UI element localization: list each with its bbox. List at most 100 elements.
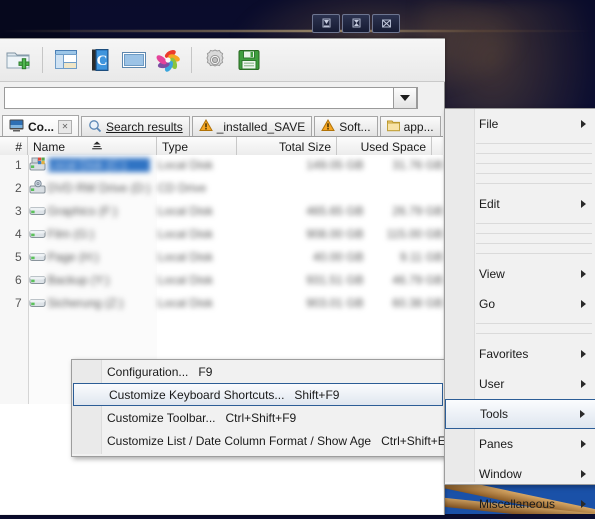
row-number: 1	[15, 157, 22, 172]
menu-item-favorites[interactable]: Favorites	[445, 339, 595, 369]
chevron-right-icon	[581, 270, 586, 278]
close-button[interactable]	[372, 14, 400, 33]
column-header-total-size[interactable]: Total Size	[237, 137, 337, 156]
caption-button-group	[312, 14, 400, 33]
row-name: Sicherung (Z:)	[47, 295, 124, 310]
row-number: 6	[15, 272, 22, 287]
row-number: 2	[15, 180, 22, 195]
main-menu: File Edit View Go Favorites User Tools P…	[444, 108, 595, 511]
menu-item-window[interactable]: Window	[445, 459, 595, 489]
menu-item-label: Favorites	[479, 347, 529, 361]
menu-item-file[interactable]: File	[445, 109, 595, 139]
table-row[interactable]: 7 Sicherung (Z:) Local Disk 903.01 GB 60…	[0, 293, 443, 312]
tab-close-icon[interactable]: ✕	[58, 119, 72, 134]
row-number: 7	[15, 295, 22, 310]
drive-icon	[27, 295, 48, 310]
menu-item-label: Customize Toolbar...	[107, 410, 216, 425]
new-folder-icon[interactable]	[4, 45, 34, 75]
menu-item-label: File	[479, 117, 499, 131]
column-header-name[interactable]: Name	[28, 137, 157, 156]
row-name: Backup (Y:)	[47, 272, 110, 287]
chevron-right-icon	[581, 350, 586, 358]
tab-installed-save[interactable]: _installed_SAVE	[191, 116, 313, 137]
menu-separator	[445, 139, 595, 149]
row-type: Local Disk	[157, 226, 213, 241]
maximize-button[interactable]	[342, 14, 370, 33]
menu-item-view[interactable]: View	[445, 259, 595, 289]
column-header-number[interactable]: #	[0, 137, 28, 156]
row-total-size: 908.00 GB	[306, 226, 364, 241]
menu-separator	[445, 229, 595, 239]
row-name: DVD RW Drive (D:)	[47, 180, 150, 195]
tab-label: app...	[403, 120, 434, 134]
menu-item-customize-toolbar[interactable]: Customize Toolbar... Ctrl+Shift+F9	[72, 406, 444, 429]
menu-item-shortcut: F9	[198, 364, 213, 379]
drive-icon	[27, 203, 48, 218]
menu-item-label: Miscellaneous	[479, 497, 556, 511]
chevron-right-icon	[581, 500, 586, 508]
warning-icon	[321, 118, 336, 135]
address-dropdown-button[interactable]	[393, 87, 417, 109]
menu-item-user[interactable]: User	[445, 369, 595, 399]
menu-item-panes[interactable]: Panes	[445, 429, 595, 459]
menu-separator	[445, 149, 595, 159]
menu-item-go[interactable]: Go	[445, 289, 595, 319]
row-used-space: 46.79 GB	[392, 272, 443, 287]
tab-computer[interactable]: Co... ✕	[2, 115, 79, 137]
menu-item-label: Configuration...	[107, 364, 189, 379]
row-total-size: 149.05 GB	[306, 157, 364, 172]
minimize-button[interactable]	[312, 14, 340, 33]
gear-icon[interactable]	[200, 45, 230, 75]
chevron-right-icon	[581, 470, 586, 478]
address-input[interactable]	[5, 88, 417, 108]
menu-separator	[445, 319, 595, 329]
cd-drive-icon	[27, 180, 48, 195]
table-row[interactable]: 2 DVD RW Drive (D:) CD Drive	[0, 178, 443, 197]
row-number: 3	[15, 203, 22, 218]
tab-label: _installed_SAVE	[216, 120, 306, 134]
table-row[interactable]: 5 Page (H:) Local Disk 40.00 GB 9.11 GB	[0, 247, 443, 266]
menu-separator	[445, 219, 595, 229]
menu-item-edit[interactable]: Edit	[445, 189, 595, 219]
tab-app[interactable]: app...	[379, 116, 441, 137]
menu-item-customize-keyboard-shortcuts[interactable]: Customize Keyboard Shortcuts... Shift+F9	[73, 383, 443, 406]
tab-search-results[interactable]: Search results	[81, 116, 190, 137]
table-row[interactable]: 3 Graphics (F:) Local Disk 465.65 GB 26.…	[0, 201, 443, 220]
row-name: Graphics (F:)	[47, 203, 118, 218]
table-row[interactable]: 1 Local Disk (C:) Local Disk 149.05 GB 3…	[0, 155, 443, 174]
row-used-space: 9.11 GB	[399, 249, 443, 264]
tab-label: Co...	[28, 119, 54, 134]
menu-separator	[445, 159, 595, 169]
tab-soft[interactable]: Soft...	[314, 116, 378, 137]
chevron-right-icon	[581, 300, 586, 308]
row-used-space: 115.00 GB	[386, 226, 443, 241]
panel-icon[interactable]	[119, 45, 149, 75]
window-layout-icon[interactable]	[51, 45, 81, 75]
drive-icon	[27, 272, 48, 287]
system-drive-icon	[27, 157, 48, 172]
row-type: CD Drive	[157, 180, 207, 195]
menu-item-tools[interactable]: Tools	[445, 399, 595, 429]
table-row[interactable]: 4 Film (G:) Local Disk 908.00 GB 115.00 …	[0, 224, 443, 243]
column-header-used-space[interactable]: Used Space	[337, 137, 432, 156]
menu-item-configuration[interactable]: Configuration... F9	[72, 360, 444, 383]
folder-icon	[386, 119, 400, 135]
row-total-size: 931.51 GB	[306, 272, 364, 287]
file-list[interactable]: 1 Local Disk (C:) Local Disk 149.05 GB 3…	[0, 155, 443, 514]
pinwheel-icon[interactable]	[153, 45, 183, 75]
blue-book-icon[interactable]: C	[85, 45, 115, 75]
menu-item-shortcut: Ctrl+Shift+F9	[225, 410, 297, 425]
row-used-space: 31.76 GB	[392, 157, 443, 172]
computer-icon	[9, 119, 24, 135]
svg-text:C: C	[97, 53, 108, 69]
save-icon[interactable]	[234, 45, 264, 75]
menu-item-miscellaneous[interactable]: Miscellaneous	[445, 489, 595, 519]
column-header-type[interactable]: Type	[157, 137, 237, 156]
row-number: 5	[15, 249, 22, 264]
sort-ascending-icon	[91, 140, 103, 154]
menu-item-label: Go	[479, 297, 496, 311]
table-row[interactable]: 6 Backup (Y:) Local Disk 931.51 GB 46.79…	[0, 270, 443, 289]
address-bar[interactable]	[4, 87, 418, 109]
menu-item-customize-list[interactable]: Customize List / Date Column Format / Sh…	[72, 429, 446, 452]
row-name: Film (G:)	[47, 226, 95, 241]
